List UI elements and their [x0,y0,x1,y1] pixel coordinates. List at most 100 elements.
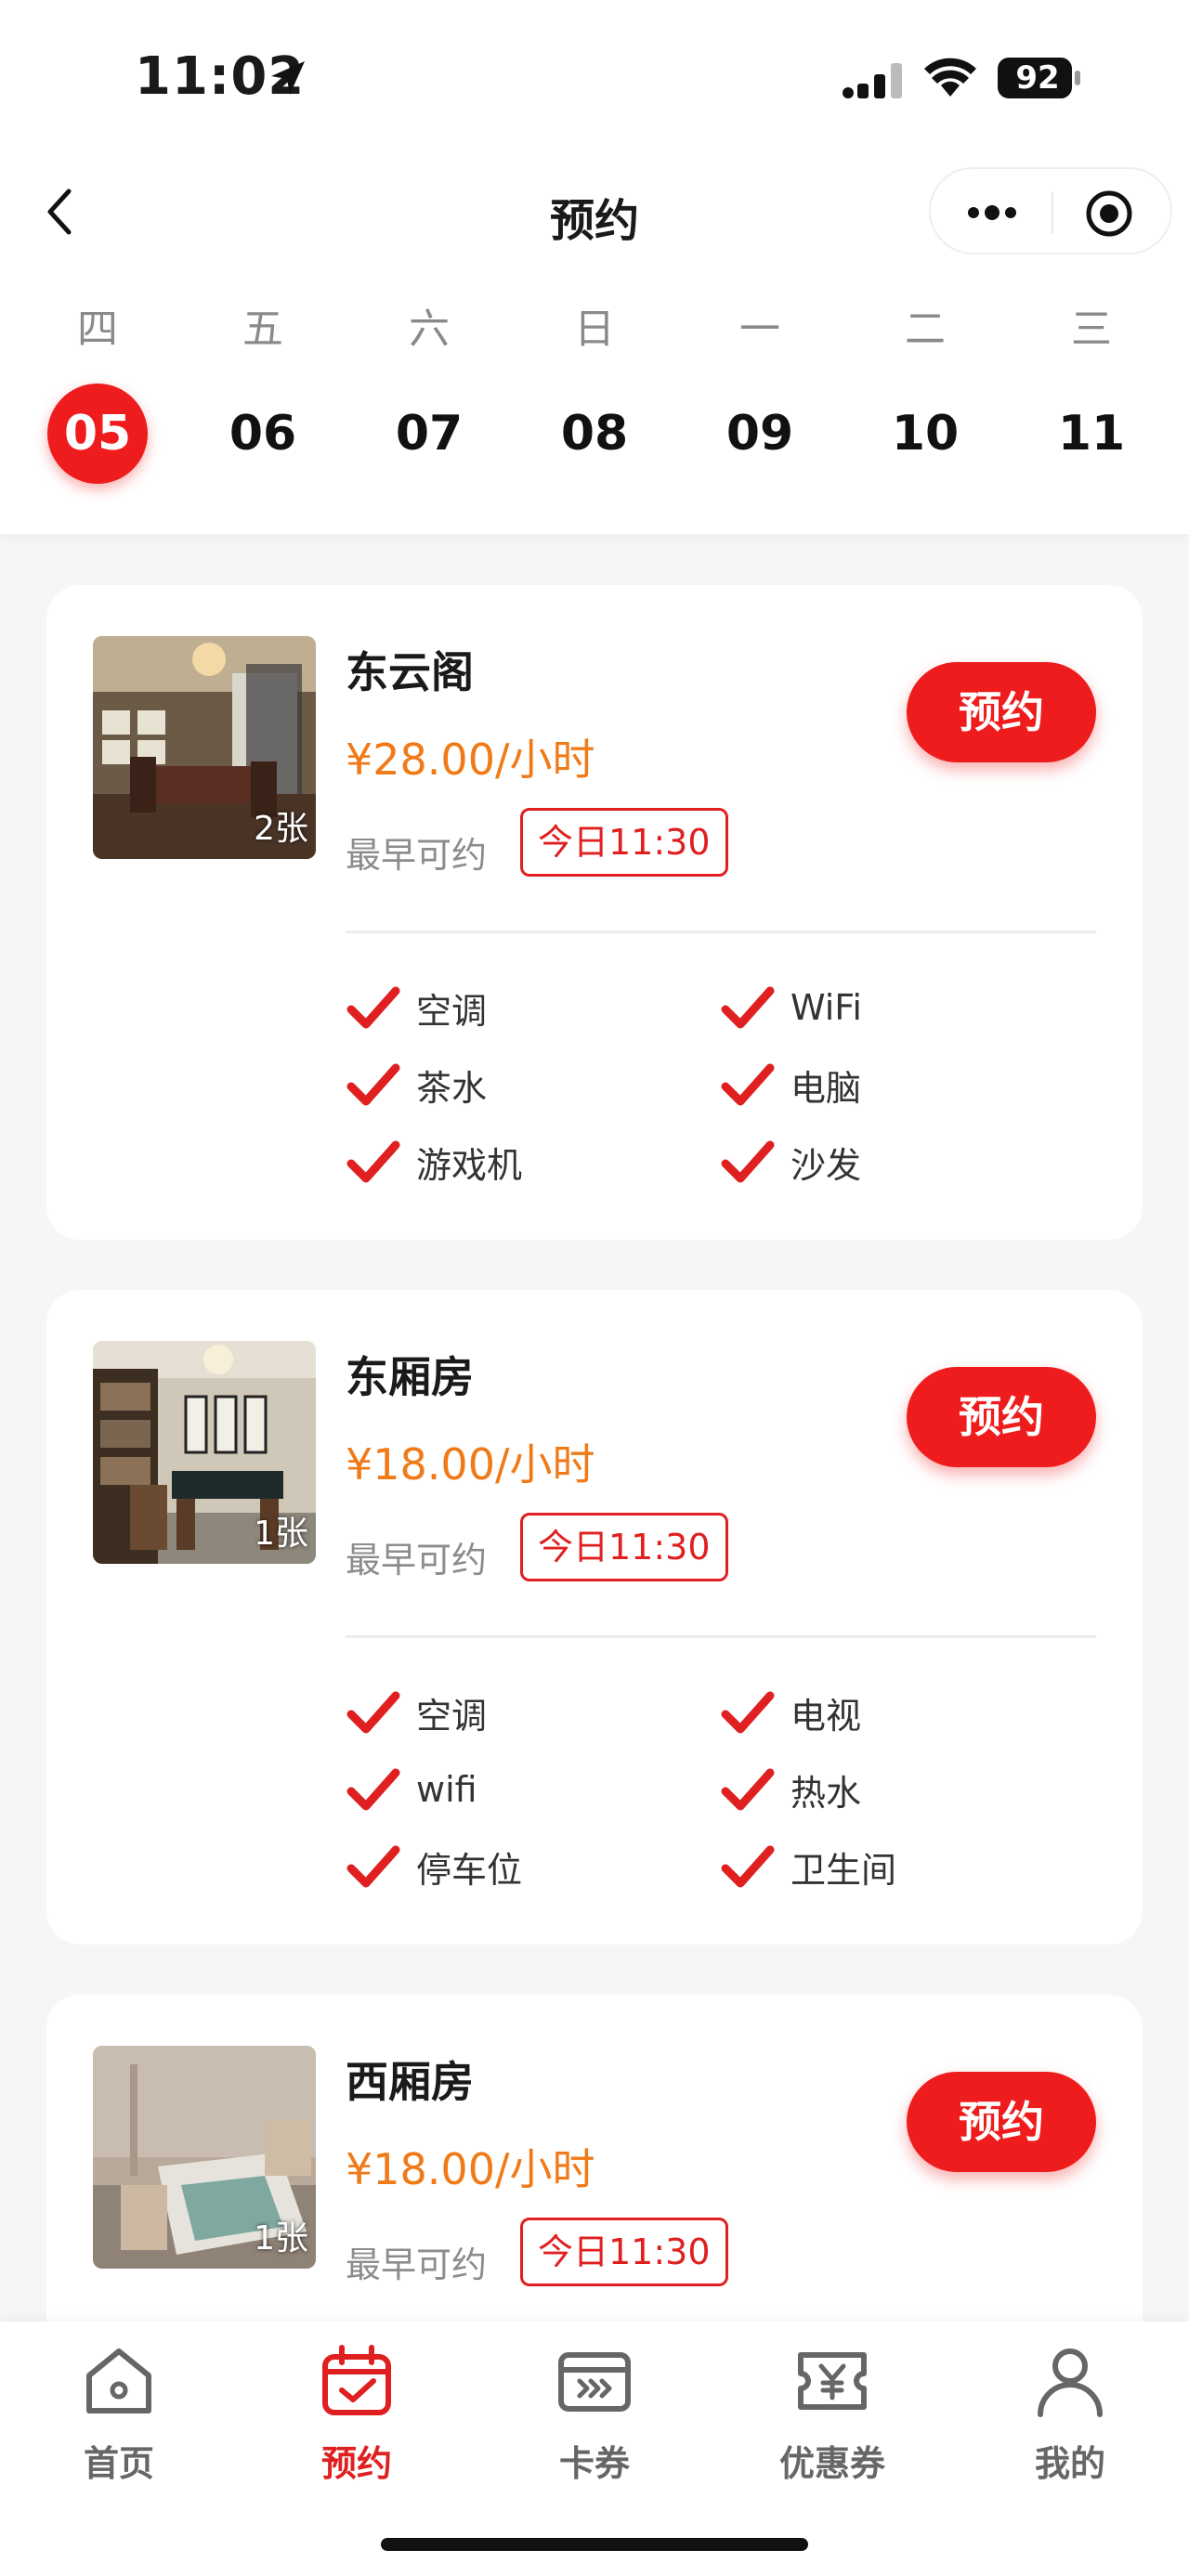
check-icon [721,1845,775,1888]
book-button[interactable]: 预约 [907,2072,1096,2172]
amenity-item: wifi [346,1763,477,1815]
close-target-icon[interactable] [1085,189,1133,238]
amenity-item: 电脑 [720,1059,861,1111]
tab-home[interactable]: 首页 [26,2342,212,2486]
tab-booking[interactable]: 预约 [264,2342,450,2486]
weekday-label: 一 [739,306,780,353]
weekday-label: 六 [409,306,450,353]
amenity-item: 停车位 [346,1841,522,1893]
home-icon [86,2348,151,2413]
home-indicator [381,2538,808,2551]
weekday-label: 五 [242,306,283,353]
signal-icon [843,63,902,98]
earliest-label: 最早可约 [346,2244,488,2285]
amenity-label: 空调 [416,1695,488,1737]
check-icon [346,986,400,1029]
check-icon [721,1063,775,1106]
earliest-time-tag: 今日11:30 [520,2218,728,2286]
room-card[interactable]: 2张 东云阁 ¥28.00/小时 最早可约 今日11:30 预约 空调 WiFi… [46,585,1143,1240]
user-icon [1038,2348,1103,2417]
status-bar: 11:02 92 [0,0,1189,158]
mini-program-capsule [929,167,1172,254]
amenity-item: 空调 [346,1686,487,1738]
date-item[interactable]: 三 11 [1026,302,1156,484]
date-item[interactable]: 六 07 [364,302,494,484]
card-icon [558,2352,631,2412]
date-item[interactable]: 一 09 [695,302,825,484]
amenity-label: 游戏机 [416,1144,523,1186]
amenity-item: 电视 [720,1686,861,1738]
amenity-label: 茶水 [416,1067,488,1109]
date-number: 05 [47,384,148,484]
tab-label: 我的 [1034,2443,1105,2484]
amenity-item: 空调 [346,982,487,1034]
book-button[interactable]: 预约 [907,662,1096,762]
check-icon [346,1768,400,1811]
calendar-check-icon [322,2345,391,2415]
earliest-label: 最早可约 [346,835,488,876]
date-number: 10 [891,406,960,462]
table-count: 2张 [254,810,308,848]
amenity-label: 沙发 [790,1144,862,1186]
earliest-time-tag: 今日11:30 [520,808,728,877]
tab-profile[interactable]: 我的 [977,2342,1163,2486]
amenity-label: 热水 [790,1772,862,1814]
card-divider [346,1635,1096,1638]
date-number: 11 [1057,406,1126,462]
amenity-item: 卫生间 [720,1841,896,1893]
room-photo: 1张 [93,1341,316,1564]
coupon-icon [798,2352,867,2410]
card-divider [346,930,1096,933]
room-price: ¥18.00/小时 [346,2144,595,2194]
tab-label: 首页 [83,2443,154,2484]
tab-label: 预约 [320,2443,392,2484]
earliest-label: 最早可约 [346,1540,488,1581]
tab-coupons[interactable]: 优惠券 [739,2342,925,2486]
check-icon [721,1691,775,1734]
check-icon [721,986,775,1029]
location-arrow-icon [271,61,305,95]
room-photo: 2张 [93,636,316,859]
date-number: 07 [395,406,464,462]
check-icon [346,1140,400,1183]
date-item[interactable]: 五 06 [198,302,328,484]
check-icon [721,1140,775,1183]
amenity-label: 空调 [416,990,488,1032]
amenity-label: 电视 [790,1695,862,1737]
weekday-label: 四 [77,306,118,353]
more-icon[interactable] [964,199,1020,227]
tab-label: 卡券 [558,2443,630,2484]
nav-bar: 预约 [0,158,1189,265]
amenity-label: 卫生间 [790,1849,897,1891]
date-number: 06 [229,406,297,462]
earliest-time-tag: 今日11:30 [520,1513,728,1581]
tab-label: 优惠券 [778,2443,885,2484]
date-item[interactable]: 二 10 [860,302,990,484]
check-icon [346,1845,400,1888]
room-name: 东厢房 [346,1352,474,1402]
date-item[interactable]: 四 05 [33,302,163,484]
amenity-item: WiFi [720,982,862,1034]
table-count: 1张 [254,1515,308,1553]
amenity-item: 茶水 [346,1059,487,1111]
date-number: 08 [560,406,629,462]
amenity-label: WiFi [790,987,862,1028]
battery-level: 92 [1015,59,1060,97]
date-item[interactable]: 日 08 [529,302,660,484]
capsule-divider [1052,191,1053,234]
tab-cards[interactable]: 卡券 [502,2342,687,2486]
amenity-item: 热水 [720,1763,861,1815]
weekday-label: 日 [574,306,615,353]
room-name: 东云阁 [346,647,474,697]
amenity-item: 沙发 [720,1136,861,1188]
check-icon [721,1768,775,1811]
room-card[interactable]: 1张 东厢房 ¥18.00/小时 最早可约 今日11:30 预约 空调 电视 w… [46,1290,1143,1945]
weekday-label: 三 [1071,306,1112,353]
check-icon [346,1691,400,1734]
weekday-label: 二 [905,306,946,353]
amenity-label: wifi [416,1769,477,1810]
room-card[interactable]: 1张 西厢房 ¥18.00/小时 最早可约 今日11:30 预约 [46,1995,1143,2366]
book-button[interactable]: 预约 [907,1367,1096,1467]
date-selector: 四 05 五 06 六 07 日 08 一 09 二 10 三 11 [0,265,1189,534]
amenity-label: 停车位 [416,1849,523,1891]
